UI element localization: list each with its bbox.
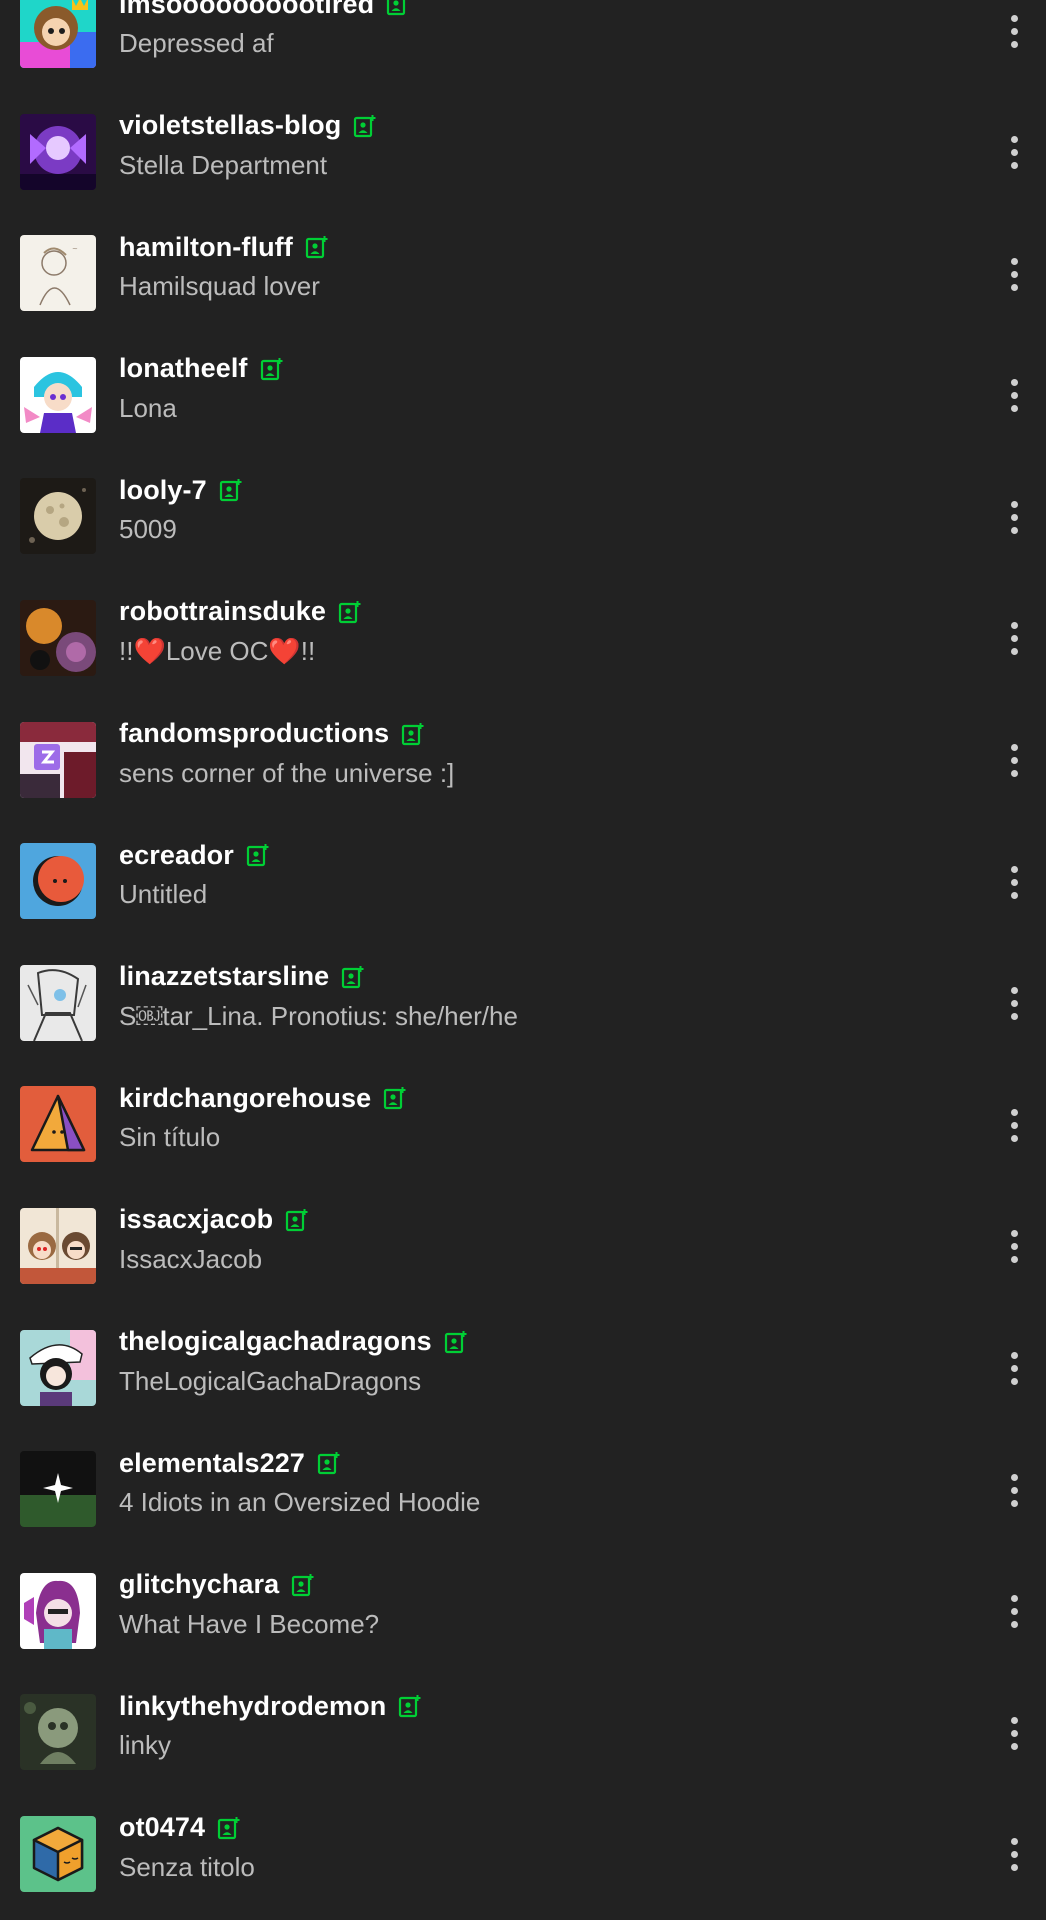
avatar[interactable] (20, 1451, 96, 1528)
list-item[interactable]: robottrainsduke !!❤️Love OC❤️!! (0, 578, 1046, 700)
blog-title: 4 Idiots in an Oversized Hoodie (119, 1487, 481, 1518)
svg-text:~: ~ (72, 245, 78, 253)
avatar[interactable] (20, 0, 96, 68)
blog-username[interactable]: fandomsproductions (119, 718, 389, 749)
follow-blog-icon[interactable] (401, 722, 425, 746)
blog-title: TheLogicalGachaDragons (119, 1365, 422, 1396)
blog-list: imsoooooooootired Depressed af violetste… (0, 0, 1046, 1916)
list-item[interactable]: elementals227 4 Idiots in an Oversized H… (0, 1429, 1046, 1551)
blog-title: IssacxJacob (119, 1243, 263, 1274)
list-item[interactable]: issacxjacob IssacxJacob (0, 1186, 1046, 1308)
list-item[interactable]: ot0474 Senza titolo (0, 1794, 1046, 1916)
blog-title: What Have I Become? (119, 1608, 380, 1639)
list-item[interactable]: linkythehydrodemon linky (0, 1672, 1046, 1794)
blog-title: 5009 (119, 514, 177, 545)
follow-blog-icon[interactable] (305, 235, 329, 259)
blog-title: Untitled (119, 879, 208, 910)
list-item[interactable]: thelogicalgachadragons TheLogicalGachaDr… (0, 1308, 1046, 1430)
list-item[interactable]: linazzetstarsline S￼tar_Lina. Pronotius:… (0, 943, 1046, 1065)
more-vertical-icon[interactable] (992, 1587, 1036, 1637)
more-vertical-icon[interactable] (992, 857, 1036, 907)
blog-title: !!❤️Love OC❤️!! (119, 635, 316, 666)
follow-blog-icon[interactable] (383, 1086, 407, 1110)
more-vertical-icon[interactable] (992, 492, 1036, 542)
avatar[interactable] (20, 1694, 96, 1771)
more-vertical-icon[interactable] (992, 979, 1036, 1029)
list-item[interactable]: violetstellas-blog Stella Department (0, 92, 1046, 214)
more-vertical-icon[interactable] (992, 6, 1036, 56)
list-item[interactable]: kirdchangorehouse Sin título (0, 1064, 1046, 1186)
more-vertical-icon[interactable] (992, 1708, 1036, 1758)
follow-blog-icon[interactable] (398, 1694, 422, 1718)
blog-title: Hamilsquad lover (119, 271, 320, 302)
list-item[interactable]: glitchychara What Have I Become? (0, 1551, 1046, 1673)
blog-title: Depressed af (119, 28, 274, 58)
more-vertical-icon[interactable] (992, 371, 1036, 421)
follow-blog-icon[interactable] (341, 965, 365, 989)
blog-username[interactable]: thelogicalgachadragons (119, 1326, 432, 1357)
avatar[interactable] (20, 599, 96, 676)
blog-username[interactable]: imsoooooooootired (119, 0, 374, 20)
blog-username[interactable]: issacxjacob (119, 1204, 273, 1235)
follow-blog-icon[interactable] (285, 1208, 309, 1232)
follow-blog-icon[interactable] (353, 114, 377, 138)
avatar[interactable] (20, 1815, 96, 1892)
list-item[interactable]: ~ hamilton-fluff Hamilsquad lover (0, 213, 1046, 335)
blog-username[interactable]: linkythehydrodemon (119, 1691, 386, 1722)
blog-username[interactable]: glitchychara (119, 1569, 279, 1600)
more-vertical-icon[interactable] (992, 1830, 1036, 1880)
list-item[interactable]: fandomsproductions sens corner of the un… (0, 700, 1046, 822)
follow-blog-icon[interactable] (386, 0, 410, 16)
more-vertical-icon[interactable] (992, 614, 1036, 664)
blog-title: Lona (119, 392, 177, 423)
follow-blog-icon[interactable] (246, 843, 270, 867)
blog-username[interactable]: violetstellas-blog (119, 110, 341, 141)
blog-title: Senza titolo (119, 1851, 255, 1882)
blog-username[interactable]: ecreador (119, 840, 234, 871)
avatar[interactable] (20, 1329, 96, 1406)
blog-title: S￼tar_Lina. Pronotius: she/her/he (119, 1000, 518, 1031)
blog-username[interactable]: hamilton-fluff (119, 232, 293, 263)
list-item[interactable]: ecreador Untitled (0, 821, 1046, 943)
blog-username[interactable]: ot0474 (119, 1812, 205, 1843)
list-item[interactable]: lonatheelf Lona (0, 335, 1046, 457)
follow-blog-icon[interactable] (338, 600, 362, 624)
blog-title: Stella Department (119, 149, 328, 180)
avatar[interactable] (20, 1086, 96, 1163)
follow-blog-icon[interactable] (219, 478, 243, 502)
avatar[interactable] (20, 113, 96, 190)
avatar[interactable] (20, 964, 96, 1041)
blog-username[interactable]: kirdchangorehouse (119, 1083, 371, 1114)
blog-username[interactable]: elementals227 (119, 1448, 305, 1479)
blog-username[interactable]: robottrainsduke (119, 596, 326, 627)
list-item[interactable]: looly-7 5009 (0, 456, 1046, 578)
blog-title: linky (119, 1730, 172, 1761)
more-vertical-icon[interactable] (992, 736, 1036, 786)
follow-blog-icon[interactable] (317, 1451, 341, 1475)
blog-username[interactable]: lonatheelf (119, 353, 248, 384)
avatar[interactable] (20, 843, 96, 920)
more-vertical-icon[interactable] (992, 1100, 1036, 1150)
list-item[interactable]: imsoooooooootired Depressed af (0, 0, 1046, 92)
blog-username[interactable]: looly-7 (119, 475, 207, 506)
blog-title: Sin título (119, 1122, 221, 1153)
more-vertical-icon[interactable] (992, 1344, 1036, 1394)
avatar[interactable] (20, 478, 96, 555)
blog-title: sens corner of the universe :] (119, 757, 455, 788)
follow-blog-icon[interactable] (444, 1330, 468, 1354)
avatar[interactable] (20, 356, 96, 433)
avatar[interactable] (20, 721, 96, 798)
avatar[interactable] (20, 1207, 96, 1284)
more-vertical-icon[interactable] (992, 1222, 1036, 1272)
more-vertical-icon[interactable] (992, 249, 1036, 299)
avatar[interactable]: ~ (20, 235, 96, 312)
more-vertical-icon[interactable] (992, 1465, 1036, 1515)
more-vertical-icon[interactable] (992, 128, 1036, 178)
follow-blog-icon[interactable] (291, 1573, 315, 1597)
follow-blog-icon[interactable] (260, 357, 284, 381)
avatar[interactable] (20, 1572, 96, 1649)
blog-username[interactable]: linazzetstarsline (119, 961, 329, 992)
follow-blog-icon[interactable] (217, 1816, 241, 1840)
